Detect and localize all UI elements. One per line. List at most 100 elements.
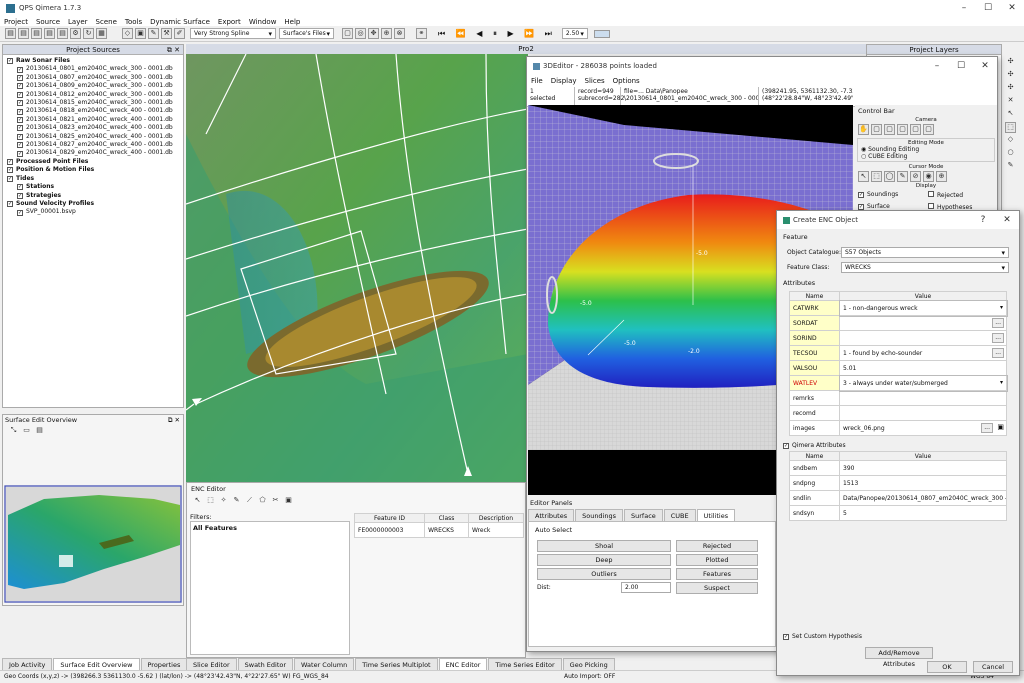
soundings-check[interactable]: ✓ Soundings bbox=[858, 191, 928, 199]
menu-scene[interactable]: Scene bbox=[96, 18, 117, 26]
rejected-check[interactable]: Rejected bbox=[928, 191, 988, 199]
tree-checkbox[interactable]: ✓ bbox=[17, 150, 23, 157]
attribute-value[interactable]: ... bbox=[839, 315, 1007, 331]
chevron-down-icon[interactable]: ▾ bbox=[1000, 304, 1003, 311]
attribute-row[interactable]: SORDAT... bbox=[789, 315, 1007, 331]
image-icon[interactable]: ▣ bbox=[283, 496, 294, 507]
network-icon[interactable]: ⚭ bbox=[416, 28, 427, 39]
outliers-button[interactable]: Outliers bbox=[537, 568, 671, 580]
tree-checkbox[interactable]: ✓ bbox=[7, 175, 13, 182]
refresh-icon[interactable]: ↻ bbox=[83, 28, 94, 39]
bottom-tab[interactable]: Water Column bbox=[294, 658, 355, 670]
box-icon[interactable]: ⬚ bbox=[205, 496, 216, 507]
enc-dialog-close-icon[interactable]: ✕ bbox=[995, 215, 1019, 225]
bottom-tab[interactable]: Slice Editor bbox=[186, 658, 237, 670]
overview-tool3-icon[interactable]: ▤ bbox=[34, 426, 45, 437]
browse-button[interactable]: ... bbox=[992, 348, 1004, 358]
tree-checkbox[interactable]: ✓ bbox=[17, 184, 23, 191]
overview-tool-icon[interactable]: ⤡ bbox=[8, 426, 19, 437]
left-tab[interactable]: Surface Edit Overview bbox=[53, 658, 140, 670]
enc-dialog-help-icon[interactable]: ? bbox=[971, 215, 995, 225]
tree-checkbox[interactable]: ✓ bbox=[17, 83, 23, 90]
playback-controls[interactable]: ⏮ ⏪ ◀ ⏸ ▶ ⏩ ⏭ bbox=[438, 29, 556, 39]
plotted-button[interactable]: Plotted bbox=[676, 554, 758, 566]
cur-box-icon[interactable]: ⬚ bbox=[871, 171, 882, 182]
sounding-editing-radio[interactable]: ◉ Sounding Editing bbox=[861, 146, 991, 153]
attribute-value[interactable]: 1 - non-dangerous wreck ▾ bbox=[838, 299, 1008, 317]
bottom-tab[interactable]: Time Series Multiplot bbox=[355, 658, 438, 670]
ok-button[interactable]: OK bbox=[927, 661, 967, 673]
point-icon[interactable]: ✧ bbox=[218, 496, 229, 507]
menu-project[interactable]: Project bbox=[4, 18, 28, 26]
tree-item[interactable]: ✓ Sound Velocity Profiles bbox=[7, 200, 179, 208]
bottom-tab[interactable]: ENC Editor bbox=[438, 658, 488, 670]
new-project-icon[interactable]: ▤ bbox=[5, 28, 16, 39]
editor-panel-tab[interactable]: Surface bbox=[624, 509, 663, 521]
tree-item[interactable]: ✓ 20130614_0815_em2040C_wreck_300 - 0001.… bbox=[7, 99, 179, 107]
paint-icon[interactable]: ✐ bbox=[174, 28, 185, 39]
editor-panel-tab[interactable]: Soundings bbox=[575, 509, 623, 521]
pan-icon[interactable]: ✥ bbox=[368, 28, 379, 39]
tree-item[interactable]: ✓ Position & Motion Files bbox=[7, 166, 179, 174]
tree-item[interactable]: ✓ Stations bbox=[7, 183, 179, 191]
attribute-value[interactable]: 5.01 bbox=[839, 360, 1007, 376]
tree-item[interactable]: ✓ 20130614_0821_em2040C_wreck_400 - 0001.… bbox=[7, 116, 179, 124]
maximize-icon[interactable]: ☐ bbox=[976, 3, 1000, 13]
map-view[interactable] bbox=[186, 54, 528, 482]
menu-source[interactable]: Source bbox=[36, 18, 60, 26]
tree-item[interactable]: ✓ 20130614_0825_em2040C_wreck_400 - 0001.… bbox=[7, 133, 179, 141]
attribute-row[interactable]: images wreck_06.png... ▣ bbox=[789, 420, 1007, 436]
dist-input[interactable]: 2.00 bbox=[621, 582, 671, 593]
menu-tools[interactable]: Tools bbox=[125, 18, 142, 26]
tool-icon[interactable]: ✎ bbox=[148, 28, 159, 39]
cam-a-icon[interactable]: ▢ bbox=[871, 124, 882, 135]
tree-checkbox[interactable]: ✓ bbox=[17, 142, 23, 149]
menu-export[interactable]: Export bbox=[218, 18, 241, 26]
tree-item[interactable]: ✓ 20130614_0801_em2040C_wreck_300 - 0001.… bbox=[7, 65, 179, 73]
browse-button[interactable]: ... bbox=[981, 423, 993, 433]
editor3d-close-icon[interactable]: ✕ bbox=[973, 61, 997, 71]
speed-input[interactable]: 2.50 bbox=[561, 28, 588, 39]
left-tab[interactable]: Job Activity bbox=[2, 658, 53, 670]
close-icon[interactable]: ✕ bbox=[1000, 3, 1024, 13]
tree-checkbox[interactable]: ✓ bbox=[7, 201, 13, 208]
qimera-attribute-row[interactable]: sndpng 1513 bbox=[789, 475, 1007, 491]
line-icon[interactable]: ⟋ bbox=[244, 496, 255, 507]
layers-icon[interactable]: ◇ bbox=[122, 28, 133, 39]
zoom-icon[interactable]: ◎ bbox=[355, 28, 366, 39]
add-remove-attributes-button[interactable]: Add/Remove Attributes bbox=[865, 647, 933, 668]
tool-a-icon[interactable]: ✣ bbox=[1005, 57, 1016, 68]
save-icon[interactable]: ▤ bbox=[31, 28, 42, 39]
feature-class-select[interactable]: WRECKS bbox=[841, 262, 1009, 273]
qimera-attribute-row[interactable]: sndsyn 5 bbox=[789, 505, 1007, 521]
set-custom-hypothesis-check[interactable]: ✓ Set Custom Hypothesis bbox=[783, 633, 862, 640]
menu-window[interactable]: Window bbox=[249, 18, 277, 26]
attribute-row[interactable]: recomd bbox=[789, 405, 1007, 421]
import-icon[interactable]: ▤ bbox=[44, 28, 55, 39]
menu-dynamic-surface[interactable]: Dynamic Surface bbox=[150, 18, 210, 26]
tool2-icon[interactable]: ⊕ bbox=[381, 28, 392, 39]
attribute-row[interactable]: CATWRK 1 - non-dangerous wreck ▾ bbox=[789, 299, 1008, 317]
tree-item[interactable]: ✓ Raw Sonar Files bbox=[7, 57, 179, 65]
tree-checkbox[interactable]: ✓ bbox=[17, 192, 23, 199]
bottom-tab[interactable]: Swath Editor bbox=[237, 658, 294, 670]
col-class[interactable]: Class bbox=[424, 513, 469, 523]
poly-icon[interactable]: ⬠ bbox=[257, 496, 268, 507]
tool-f-icon[interactable]: ⬚ bbox=[1005, 122, 1016, 133]
tree-item[interactable]: ✓ SVP_00001.bsvp bbox=[7, 208, 179, 216]
cube-editing-radio[interactable]: ○ CUBE Editing bbox=[861, 153, 991, 160]
overview-tool2-icon[interactable]: ▭ bbox=[21, 426, 32, 437]
editor3d-menu-options[interactable]: Options bbox=[613, 77, 640, 85]
attribute-value[interactable]: 3 - always under water/submerged ▾ bbox=[838, 374, 1008, 392]
select-icon[interactable]: ↖ bbox=[192, 496, 203, 507]
browse-button[interactable]: ... bbox=[992, 318, 1004, 328]
overview-map[interactable] bbox=[4, 485, 182, 609]
table-row[interactable]: FE0000000003 WRECKS Wreck bbox=[353, 522, 525, 538]
attribute-value[interactable] bbox=[839, 405, 1007, 421]
tree-item[interactable]: ✓ 20130614_0829_em2040C_wreck_400 - 0001.… bbox=[7, 149, 179, 157]
editor3d-menu-file[interactable]: File bbox=[531, 77, 543, 85]
tool-d-icon[interactable]: ✕ bbox=[1005, 96, 1016, 107]
tree-checkbox[interactable]: ✓ bbox=[17, 108, 23, 115]
tree-item[interactable]: ✓ 20130614_0807_em2040C_wreck_300 - 0001.… bbox=[7, 74, 179, 82]
tree-checkbox[interactable]: ✓ bbox=[17, 66, 23, 73]
